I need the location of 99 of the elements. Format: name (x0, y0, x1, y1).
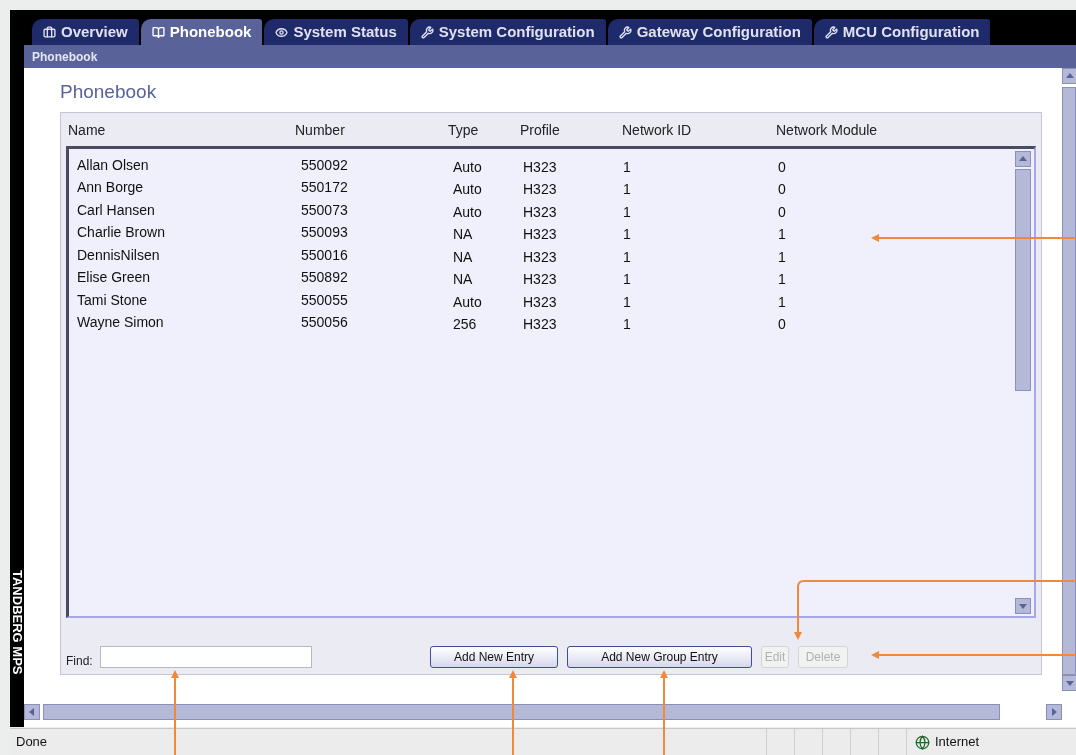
table-cell-text: Auto (452, 202, 483, 222)
table-cell-text: H323 (522, 270, 558, 290)
triangle-icon (1018, 154, 1028, 164)
table-cell-text: Charlie Brown (76, 223, 166, 243)
nav-tab[interactable]: System Status (264, 19, 408, 45)
table-cell-text: 1 (777, 270, 787, 290)
table-cell-text: Elise Green (76, 268, 152, 288)
table-cell-text: H323 (522, 180, 558, 200)
phonebook-row[interactable]: DennisNilsen 550016 NA H323 1 1 (69, 244, 1015, 267)
table-cell-text: Ann Borge (76, 178, 145, 198)
tab-icon (151, 25, 165, 39)
table-cell-text: 0 (777, 315, 787, 335)
action-button[interactable]: Add New Entry (430, 646, 558, 668)
tab-icon (618, 25, 632, 39)
column-header[interactable]: Type (446, 119, 518, 141)
table-cell-text: 550073 (300, 200, 349, 220)
phonebook-row[interactable]: Tami Stone 550055 Auto H323 1 1 (69, 289, 1015, 312)
phonebook-row[interactable]: Wayne Simon 550056 256 H323 1 0 (69, 311, 1015, 334)
status-text: Done (16, 733, 48, 752)
table-cell-text: NA (452, 225, 474, 245)
table-cell-text: 550172 (300, 178, 349, 198)
scroll-right-button[interactable] (1046, 704, 1062, 720)
table-cell-text: DennisNilsen (76, 245, 161, 265)
scroll-down-button[interactable] (1062, 675, 1076, 691)
column-header[interactable]: Network ID (620, 119, 774, 141)
phonebook-row[interactable]: Ann Borge 550172 Auto H323 1 0 (69, 176, 1015, 199)
triangle-icon (1065, 678, 1075, 688)
table-cell-text: 1 (623, 180, 632, 200)
phonebook-row[interactable]: Elise Green 550892 NA H323 1 1 (69, 266, 1015, 289)
scroll-down-button[interactable] (1015, 598, 1031, 614)
table-cell-text: 1 (623, 247, 632, 267)
table-cell-text: H323 (522, 202, 558, 222)
breadcrumb: Phonebook (32, 48, 98, 66)
table-cell-text: 1 (623, 202, 632, 222)
table-cell-text: Tami Stone (76, 290, 149, 310)
column-header[interactable]: Network Module (774, 119, 934, 141)
triangle-icon (1065, 71, 1075, 81)
table-cell-text: H323 (522, 225, 558, 245)
scrollbar-thumb[interactable] (1062, 87, 1076, 675)
find-field[interactable] (100, 646, 312, 668)
table-cell-text: 1 (623, 315, 632, 335)
horizontal-scrollbar-thumb[interactable] (43, 704, 1000, 720)
triangle-icon (27, 707, 37, 717)
nav-tab[interactable]: Gateway Configuration (607, 19, 812, 45)
tab-icon (275, 25, 289, 39)
table-cell-text: 1 (623, 225, 632, 245)
triangle-icon (1018, 601, 1028, 611)
nav-tab[interactable]: Phonebook (140, 19, 263, 45)
table-cell-text: 0 (777, 157, 787, 177)
scroll-up-button[interactable] (1062, 68, 1076, 84)
table-cell-text: Wayne Simon (76, 313, 165, 333)
table-cell-text: 1 (777, 247, 787, 267)
table-cell-text: 1 (623, 157, 632, 177)
table-cell-text: 550093 (300, 223, 349, 243)
tab-icon (43, 25, 56, 39)
table-cell-text: 1 (777, 225, 787, 245)
column-header[interactable]: Number (293, 119, 446, 141)
table-cell-text: Auto (452, 157, 483, 177)
phonebook-row[interactable]: Allan Olsen 550092 Auto H323 1 0 (69, 154, 1015, 177)
page-title: Phonebook (60, 80, 158, 104)
table-cell-text: 1 (623, 292, 632, 312)
table-cell-text: H323 (522, 247, 558, 267)
table-cell-text: 0 (777, 180, 787, 200)
tab-icon (420, 25, 434, 39)
table-cell-text: 550892 (300, 268, 349, 288)
column-header[interactable]: Name (66, 119, 293, 141)
nav-tab[interactable]: System Configuration (409, 19, 606, 45)
table-cell-text: 0 (777, 202, 787, 222)
table-cell-text: H323 (522, 157, 558, 177)
scroll-left-button[interactable] (24, 704, 40, 720)
table-cell-text: Allan Olsen (76, 155, 150, 175)
triangle-icon (1049, 707, 1059, 717)
phonebook-row[interactable]: Carl Hansen 550073 Auto H323 1 0 (69, 199, 1015, 222)
table-cell-text: 550056 (300, 313, 349, 333)
table-cell-text: H323 (522, 315, 558, 335)
scroll-up-button[interactable] (1015, 151, 1031, 167)
phonebook-row[interactable]: Charlie Brown 550093 NA H323 1 1 (69, 221, 1015, 244)
table-cell-text: Carl Hansen (76, 200, 156, 220)
column-header[interactable]: Profile (518, 119, 620, 141)
table-cell-text: 550016 (300, 245, 349, 265)
table-cell-text: H323 (522, 292, 558, 312)
table-cell-text: NA (452, 270, 474, 290)
zone-text: Internet (935, 733, 980, 752)
table-cell-text: 256 (452, 315, 478, 335)
scrollbar-thumb[interactable] (1015, 169, 1031, 391)
nav-tab[interactable]: MCU Configuration (813, 19, 991, 45)
table-cell-text: 1 (623, 270, 632, 290)
nav-tab[interactable]: Overview (32, 19, 139, 45)
table-cell-text: Auto (452, 292, 483, 312)
brand-logo: TANDBERG MPS (10, 570, 24, 675)
table-cell-text: 1 (777, 292, 787, 312)
tab-icon (824, 25, 838, 39)
action-button[interactable]: Add New Group Entry (567, 646, 752, 668)
find-label: Find: (66, 653, 94, 670)
table-cell-text: 550055 (300, 290, 349, 310)
table-cell-text: NA (452, 247, 474, 267)
table-cell-text: 550092 (300, 155, 349, 175)
table-cell-text: Auto (452, 180, 483, 200)
globe-icon (915, 734, 930, 750)
